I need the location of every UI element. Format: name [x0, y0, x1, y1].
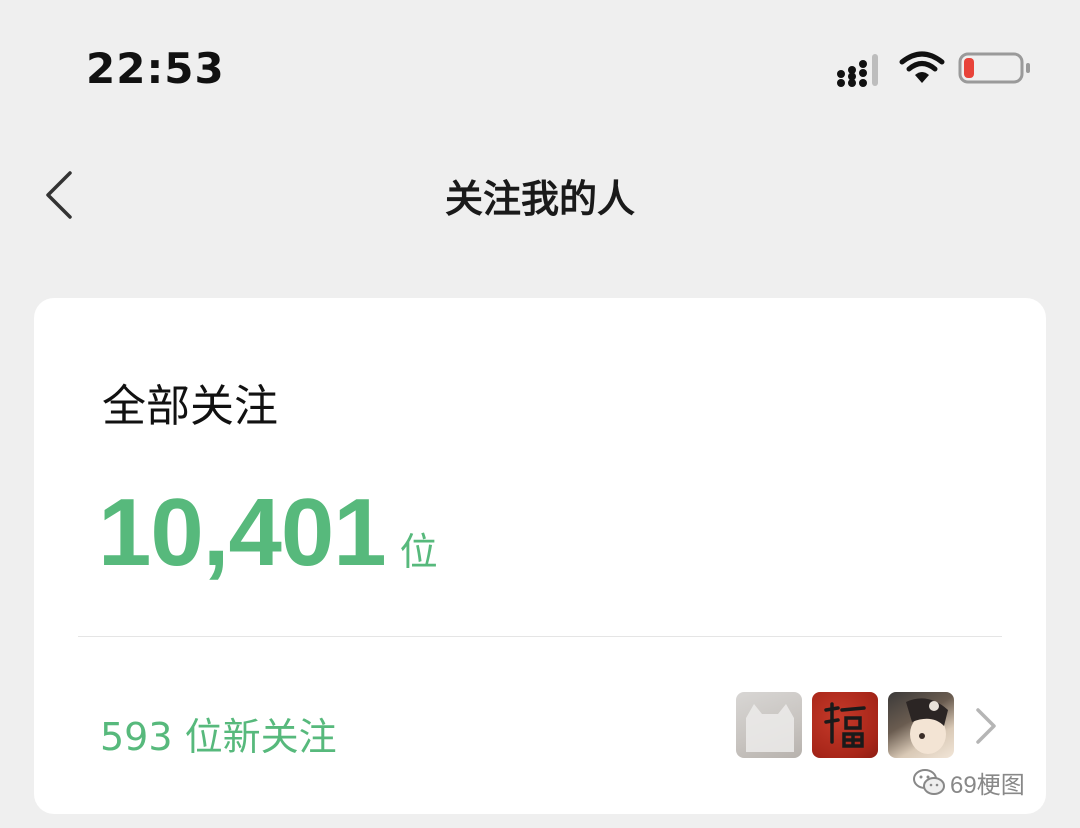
status-bar: 22:53 [0, 0, 1080, 140]
wifi-icon [899, 51, 945, 83]
watermark: 69梗图 [912, 762, 1052, 802]
follower-count-unit: 位 [399, 530, 438, 574]
followers-card: 全部关注 10,401 位 593 位新关注 [34, 298, 1046, 814]
cat-image-icon [746, 704, 794, 752]
battery-icon [958, 52, 1030, 84]
avatar [736, 692, 802, 758]
avatar [812, 692, 878, 758]
follower-count-row: 10,401 位 [98, 478, 438, 588]
new-follower-avatars [736, 692, 954, 758]
page-title: 关注我的人 [444, 177, 635, 221]
portrait-image-icon [906, 698, 948, 754]
cellular-signal-icon [837, 54, 878, 87]
fu-character-icon [824, 702, 866, 748]
status-time: 22:53 [86, 44, 225, 93]
chevron-right-icon [976, 708, 996, 744]
new-followers-label: 593 位新关注 [100, 715, 337, 759]
divider [78, 636, 1002, 637]
wechat-logo-icon [913, 769, 945, 795]
follower-count: 10,401 [98, 479, 387, 586]
screen: 22:53 关注我的人 全部关注 10,401 位 593 位新关注 69梗图 [0, 0, 1080, 828]
new-followers-row[interactable]: 593 位新关注 [34, 638, 1046, 814]
nav-bar: 关注我的人 [0, 150, 1080, 240]
avatar [888, 692, 954, 758]
watermark-text: 69梗图 [950, 771, 1025, 799]
all-followers-label: 全部关注 [102, 381, 278, 432]
